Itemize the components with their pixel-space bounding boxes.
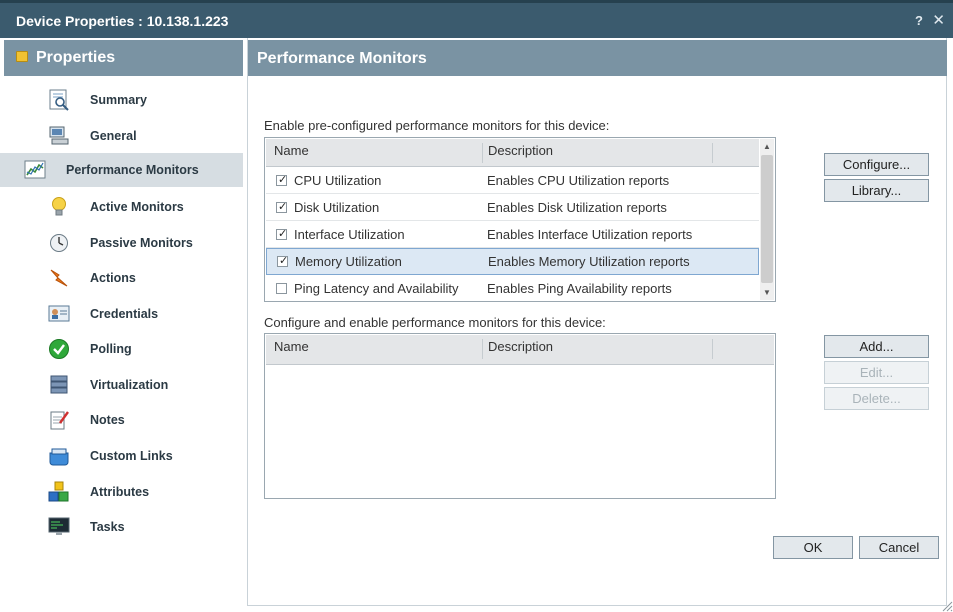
table-header: Name Description [266, 335, 774, 365]
sidebar-item-attributes[interactable]: Attributes [0, 475, 243, 509]
sidebar-item-actions[interactable]: Actions [0, 261, 243, 295]
sidebar-item-label: Active Monitors [90, 200, 184, 214]
sidebar-item-general[interactable]: General [0, 119, 243, 153]
sidebar-item-label: Notes [90, 413, 125, 427]
table-header: Name Description [266, 139, 759, 167]
column-header-description[interactable]: Description [488, 339, 553, 354]
ok-button[interactable]: OK [773, 536, 853, 559]
preconfigured-label: Enable pre-configured performance monito… [264, 118, 610, 133]
sidebar-header: Properties [4, 40, 243, 76]
clock-icon [50, 234, 68, 252]
scroll-up-arrow-icon[interactable]: ▲ [763, 142, 771, 151]
panel-title: Performance Monitors [257, 50, 427, 67]
checkbox[interactable]: ✓ [276, 174, 287, 186]
configure-button[interactable]: Configure... [824, 153, 929, 176]
close-button[interactable]: ✕ [932, 11, 945, 29]
sidebar-item-label: Polling [90, 342, 132, 356]
sidebar-item-label: Credentials [90, 307, 159, 321]
window-titlebar: Device Properties : 10.138.1.223 ? ✕ [0, 0, 953, 38]
sidebar-item-label: Summary [90, 93, 147, 107]
monitor-name: Disk Utilization [294, 200, 380, 215]
id-card-icon [48, 305, 70, 322]
add-button[interactable]: Add... [824, 335, 929, 358]
window-title: Device Properties : 10.138.1.223 [16, 13, 229, 29]
sidebar-item-label: Virtualization [90, 378, 169, 392]
table-row[interactable]: Ping Latency and Availability Enables Pi… [266, 275, 759, 302]
check-circle-icon [49, 339, 69, 359]
computer-icon [49, 126, 69, 145]
resize-grip-icon[interactable] [941, 600, 953, 612]
sidebar: Properties Summary General Performance M… [0, 38, 246, 612]
checkbox[interactable]: ✓ [276, 201, 287, 213]
sidebar-item-credentials[interactable]: Credentials [0, 297, 243, 331]
checkbox[interactable]: ✓ [277, 255, 288, 267]
scroll-down-arrow-icon[interactable]: ▼ [763, 288, 771, 297]
scrollbar-thumb[interactable] [761, 155, 773, 283]
sidebar-item-performance-monitors[interactable]: Performance Monitors [0, 153, 243, 187]
monitor-description: Enables Memory Utilization reports [488, 254, 690, 269]
checkbox[interactable]: ✓ [276, 228, 287, 240]
sidebar-item-passive-monitors[interactable]: Passive Monitors [0, 226, 243, 260]
sidebar-item-virtualization[interactable]: Virtualization [0, 368, 243, 402]
monitor-name: Interface Utilization [294, 227, 405, 242]
sidebar-item-label: Performance Monitors [66, 163, 199, 177]
column-header-name[interactable]: Name [274, 339, 309, 354]
table-row[interactable]: ✓ Disk Utilization Enables Disk Utilizat… [266, 194, 759, 221]
column-header-name[interactable]: Name [274, 143, 309, 158]
column-separator [482, 143, 483, 163]
sidebar-item-notes[interactable]: Notes [0, 403, 243, 437]
panel-header: Performance Monitors [248, 40, 947, 76]
custom-monitors-table: Name Description [264, 333, 776, 499]
checkbox[interactable] [276, 283, 287, 294]
sidebar-item-label: Actions [90, 271, 136, 285]
table-row-selected[interactable]: ✓ Memory Utilization Enables Memory Util… [266, 248, 759, 275]
server-stack-icon [50, 375, 68, 394]
monitor-description: Enables Disk Utilization reports [487, 200, 667, 215]
sidebar-title: Properties [36, 49, 116, 66]
monitor-icon [48, 517, 70, 535]
sidebar-item-summary[interactable]: Summary [0, 83, 243, 117]
monitor-description: Enables CPU Utilization reports [487, 173, 670, 188]
summary-icon [49, 89, 69, 111]
sidebar-item-label: Attributes [90, 485, 150, 499]
sidebar-item-label: General [90, 129, 137, 143]
sidebar-item-label: Tasks [90, 520, 125, 534]
lightbulb-icon [52, 197, 66, 216]
sidebar-item-custom-links[interactable]: Custom Links [0, 439, 243, 473]
links-icon [49, 448, 69, 466]
notepad-icon [50, 411, 69, 430]
content-panel: Performance Monitors Enable pre-configur… [247, 38, 947, 606]
chart-icon [24, 160, 46, 179]
monitor-name: Ping Latency and Availability [294, 281, 459, 296]
column-separator [712, 339, 713, 359]
monitor-name: CPU Utilization [294, 173, 382, 188]
sidebar-item-label: Custom Links [90, 449, 173, 463]
vertical-scrollbar[interactable]: ▲ ▼ [760, 139, 774, 300]
column-header-description[interactable]: Description [488, 143, 553, 158]
column-separator [482, 339, 483, 359]
sidebar-item-polling[interactable]: Polling [0, 332, 243, 366]
sidebar-item-label: Passive Monitors [90, 236, 193, 250]
column-separator [712, 143, 713, 163]
monitor-description: Enables Ping Availability reports [487, 281, 672, 296]
blocks-icon [48, 481, 69, 502]
help-button[interactable]: ? [915, 13, 923, 28]
cancel-button[interactable]: Cancel [859, 536, 939, 559]
table-row[interactable]: ✓ Interface Utilization Enables Interfac… [266, 221, 759, 248]
sidebar-item-active-monitors[interactable]: Active Monitors [0, 190, 243, 224]
folder-icon [16, 51, 28, 62]
monitor-description: Enables Interface Utilization reports [487, 227, 693, 242]
delete-button[interactable]: Delete... [824, 387, 929, 410]
lightning-icon [50, 269, 68, 287]
preconfigured-monitors-table: Name Description ✓ CPU Utilization Enabl… [264, 137, 776, 302]
monitor-name: Memory Utilization [295, 254, 402, 269]
edit-button[interactable]: Edit... [824, 361, 929, 384]
table-row[interactable]: ✓ CPU Utilization Enables CPU Utilizatio… [266, 167, 759, 194]
sidebar-item-tasks[interactable]: Tasks [0, 510, 243, 544]
custom-monitors-label: Configure and enable performance monitor… [264, 315, 606, 330]
library-button[interactable]: Library... [824, 179, 929, 202]
